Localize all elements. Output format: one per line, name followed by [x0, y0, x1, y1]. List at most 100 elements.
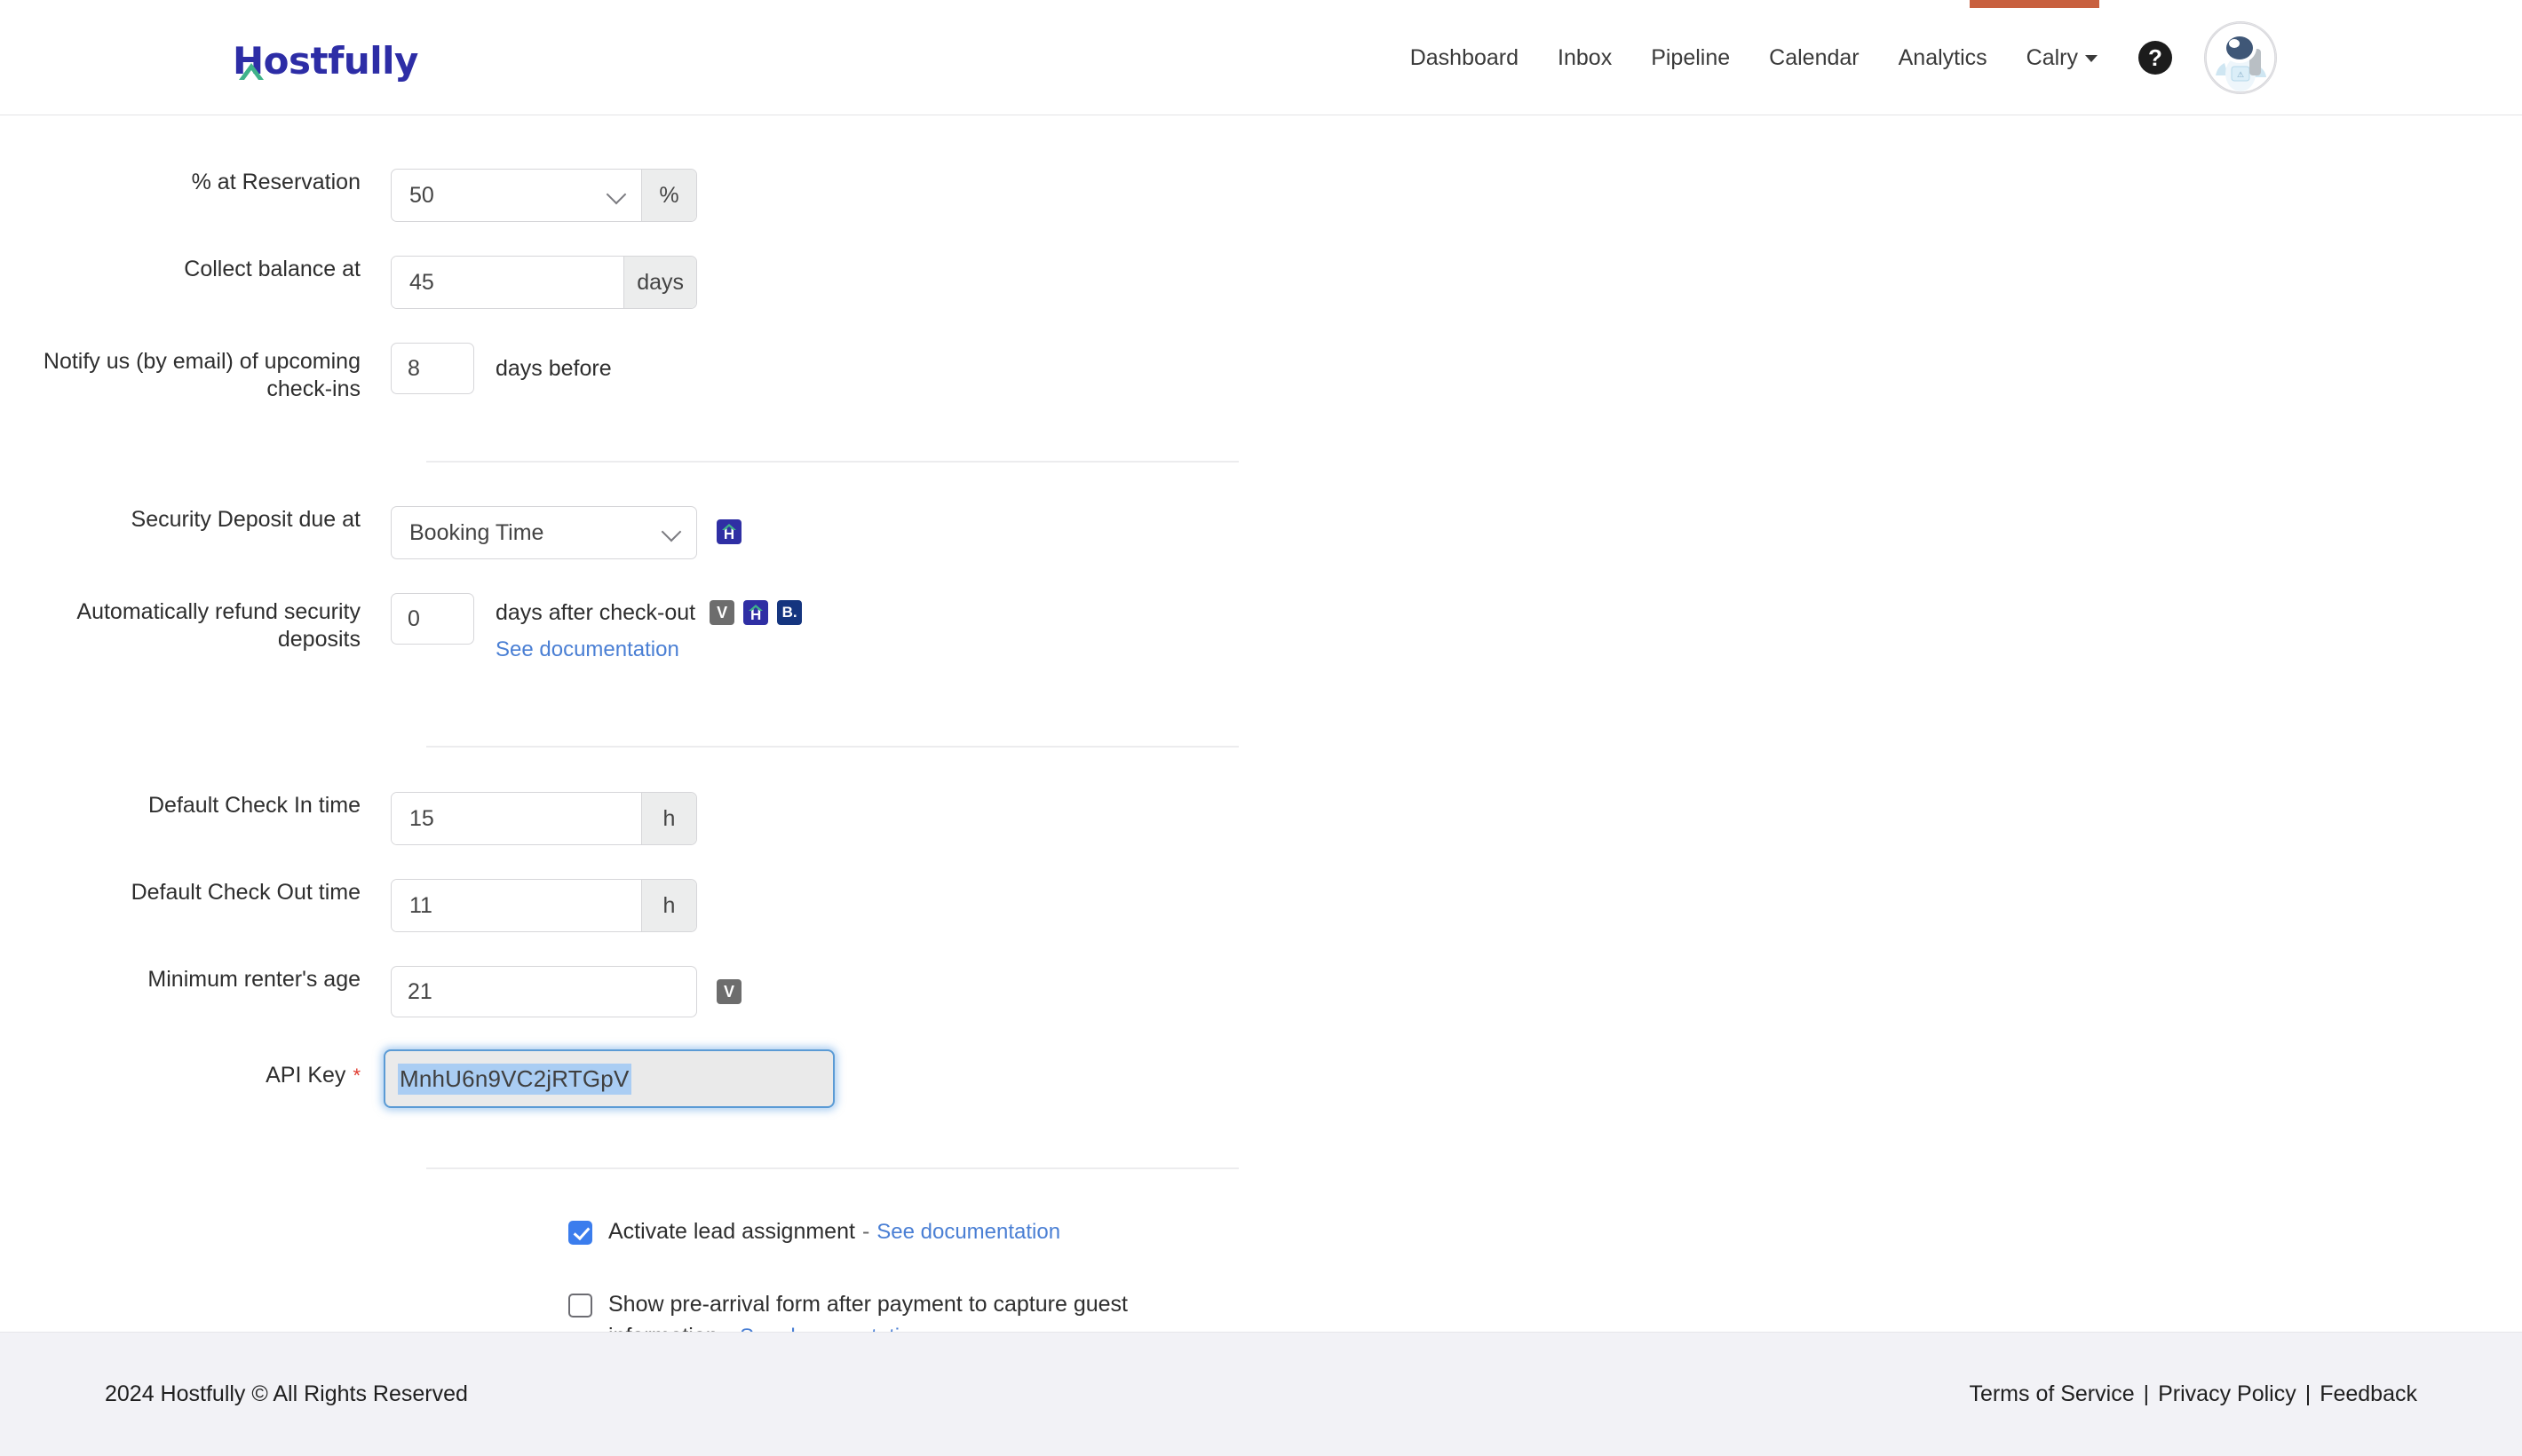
- checkbox-row-pre-arrival-form: Show pre-arrival form after payment to c…: [568, 1289, 1150, 1332]
- section-divider-2: [426, 746, 1239, 748]
- checkbox-label-lead-assignment: Activate lead assignment - See documentati…: [608, 1216, 1060, 1248]
- check-out-time-input[interactable]: [392, 880, 641, 931]
- field-row-min-renter-age: Minimum renter's age V: [0, 966, 742, 1017]
- pct-at-reservation-select[interactable]: 50: [392, 170, 641, 221]
- security-deposit-due-group: Booking Time: [391, 506, 697, 559]
- control-security-deposit-due: Booking Time H: [391, 506, 742, 559]
- footer-link-terms[interactable]: Terms of Service: [1969, 1381, 2134, 1406]
- chevron-down-icon: [2085, 54, 2098, 62]
- field-row-notify-checkins: Notify us (by email) of upcoming check-i…: [0, 343, 612, 404]
- section-divider-1: [426, 461, 1239, 463]
- collect-balance-unit: days: [623, 257, 696, 308]
- footer-separator: |: [2143, 1381, 2150, 1406]
- check-in-time-input[interactable]: [392, 793, 641, 844]
- security-deposit-badges: H: [717, 506, 742, 558]
- label-notify-checkins: Notify us (by email) of upcoming check-i…: [43, 349, 361, 402]
- collect-balance-group: days: [391, 256, 697, 309]
- field-row-security-deposit-due: Security Deposit due at Booking Time H: [0, 506, 742, 559]
- brand-logo[interactable]: Hostfully: [233, 27, 418, 80]
- notify-checkins-input[interactable]: [391, 343, 474, 394]
- check-out-time-unit: h: [641, 880, 696, 931]
- label-collect-balance: Collect balance at: [184, 257, 361, 281]
- nav-item-pipeline[interactable]: Pipeline: [1631, 45, 1749, 71]
- auto-refund-right: days after check-out V H B. See document…: [496, 593, 803, 662]
- checkbox-show-pre-arrival-form[interactable]: [568, 1294, 592, 1318]
- auto-refund-days-input[interactable]: [391, 593, 474, 645]
- page-footer: 2024 Hostfully © All Rights Reserved Ter…: [0, 1332, 2522, 1456]
- check-out-time-group: h: [391, 879, 697, 932]
- field-row-pct-at-reservation: % at Reservation 50 %: [0, 169, 697, 222]
- nav-links: Dashboard Inbox Pipeline Calendar Analyt…: [1391, 0, 2277, 115]
- control-pct-at-reservation: 50 %: [391, 169, 697, 222]
- check-in-time-unit: h: [641, 793, 696, 844]
- nav-item-analytics[interactable]: Analytics: [1879, 45, 2007, 71]
- see-documentation-link[interactable]: See documentation: [496, 637, 679, 661]
- pct-at-reservation-unit: %: [641, 170, 696, 221]
- footer-link-privacy[interactable]: Privacy Policy: [2158, 1381, 2296, 1406]
- app-page: Hostfully Dashboard Inbox Pipeline Calen…: [0, 0, 2522, 1456]
- label-check-in-time: Default Check In time: [148, 793, 361, 818]
- hostfully-badge-icon: H: [743, 600, 769, 625]
- roof-chevron-icon: [722, 524, 736, 530]
- check-in-time-group: h: [391, 792, 697, 845]
- api-key-input[interactable]: MnhU6n9VC2jRTGpV: [384, 1049, 835, 1108]
- checkbox-label-pre-arrival-form: Show pre-arrival form after payment to c…: [608, 1289, 1150, 1332]
- control-collect-balance: days: [391, 256, 697, 309]
- vrbo-badge-icon: V: [717, 979, 742, 1004]
- label-security-deposit-due: Security Deposit due at: [131, 507, 361, 532]
- label-pct-at-reservation: % at Reservation: [191, 170, 361, 194]
- auto-refund-suffix: days after check-out: [496, 599, 696, 625]
- min-renter-age-input[interactable]: [391, 966, 697, 1017]
- nav-item-calry-label: Calry: [2026, 44, 2078, 70]
- collect-balance-input[interactable]: [392, 257, 624, 308]
- label-dash: -: [726, 1324, 733, 1333]
- nav-item-inbox[interactable]: Inbox: [1538, 45, 1631, 71]
- label-auto-refund: Automatically refund security deposits: [76, 599, 361, 653]
- field-row-check-in-time: Default Check In time h: [0, 792, 697, 845]
- top-navigation-bar: Hostfully Dashboard Inbox Pipeline Calen…: [0, 0, 2522, 115]
- control-notify-checkins: days before: [391, 343, 612, 394]
- checkbox-activate-lead-assignment[interactable]: [568, 1221, 592, 1245]
- field-row-api-key: API Key * MnhU6n9VC2jRTGpV: [0, 1049, 835, 1108]
- field-row-auto-refund: Automatically refund security deposits d…: [0, 593, 803, 662]
- svg-text:⚠: ⚠: [2237, 71, 2244, 80]
- min-renter-age-badges: V: [717, 966, 742, 1017]
- auto-refund-suffix-row: days after check-out V H B.: [496, 593, 803, 632]
- footer-links: Terms of Service | Privacy Policy | Feedback: [1969, 1381, 2417, 1407]
- see-documentation-link[interactable]: See documentation: [876, 1220, 1060, 1244]
- field-row-check-out-time: Default Check Out time h: [0, 879, 697, 932]
- avatar[interactable]: ⚠: [2204, 21, 2277, 94]
- roof-chevron-icon: [749, 605, 764, 611]
- nav-item-dashboard[interactable]: Dashboard: [1391, 45, 1538, 71]
- help-icon[interactable]: ?: [2138, 41, 2172, 75]
- checkbox-row-lead-assignment: Activate lead assignment - See documentati…: [568, 1216, 1060, 1248]
- label-api-key: API Key *: [0, 1049, 391, 1089]
- settings-form: % at Reservation 50 % Collect balance at: [0, 115, 2522, 1332]
- checkbox-text-lead-assignment: Activate lead assignment: [608, 1219, 855, 1244]
- control-min-renter-age: V: [391, 966, 742, 1017]
- control-api-key: MnhU6n9VC2jRTGpV: [384, 1049, 835, 1108]
- see-documentation-link[interactable]: See documentation: [740, 1325, 924, 1333]
- api-key-value: MnhU6n9VC2jRTGpV: [398, 1063, 631, 1095]
- control-check-out-time: h: [391, 879, 697, 932]
- booking-badge-icon: B.: [777, 600, 803, 625]
- label-api-key-text: API Key: [266, 1063, 346, 1088]
- footer-separator: |: [2304, 1381, 2312, 1406]
- control-check-in-time: h: [391, 792, 697, 845]
- nav-item-calendar[interactable]: Calendar: [1749, 45, 1878, 71]
- security-deposit-due-select[interactable]: Booking Time: [392, 507, 696, 558]
- notify-checkins-suffix: days before: [496, 356, 612, 381]
- astronaut-avatar-icon: ⚠: [2205, 22, 2276, 93]
- vrbo-badge-icon: V: [710, 600, 735, 625]
- pct-at-reservation-select-wrap[interactable]: 50: [392, 170, 641, 221]
- security-deposit-select-wrap[interactable]: Booking Time: [392, 507, 696, 558]
- nav-item-calry[interactable]: Calry: [2007, 45, 2117, 71]
- label-check-out-time: Default Check Out time: [131, 880, 361, 905]
- label-min-renter-age: Minimum renter's age: [147, 967, 361, 992]
- footer-link-feedback[interactable]: Feedback: [2320, 1381, 2417, 1406]
- required-asterisk: *: [353, 1064, 361, 1087]
- footer-copyright: 2024 Hostfully © All Rights Reserved: [105, 1381, 468, 1406]
- field-row-collect-balance: Collect balance at days: [0, 256, 697, 309]
- section-divider-3: [426, 1167, 1239, 1169]
- hostfully-badge-icon: H: [717, 519, 742, 544]
